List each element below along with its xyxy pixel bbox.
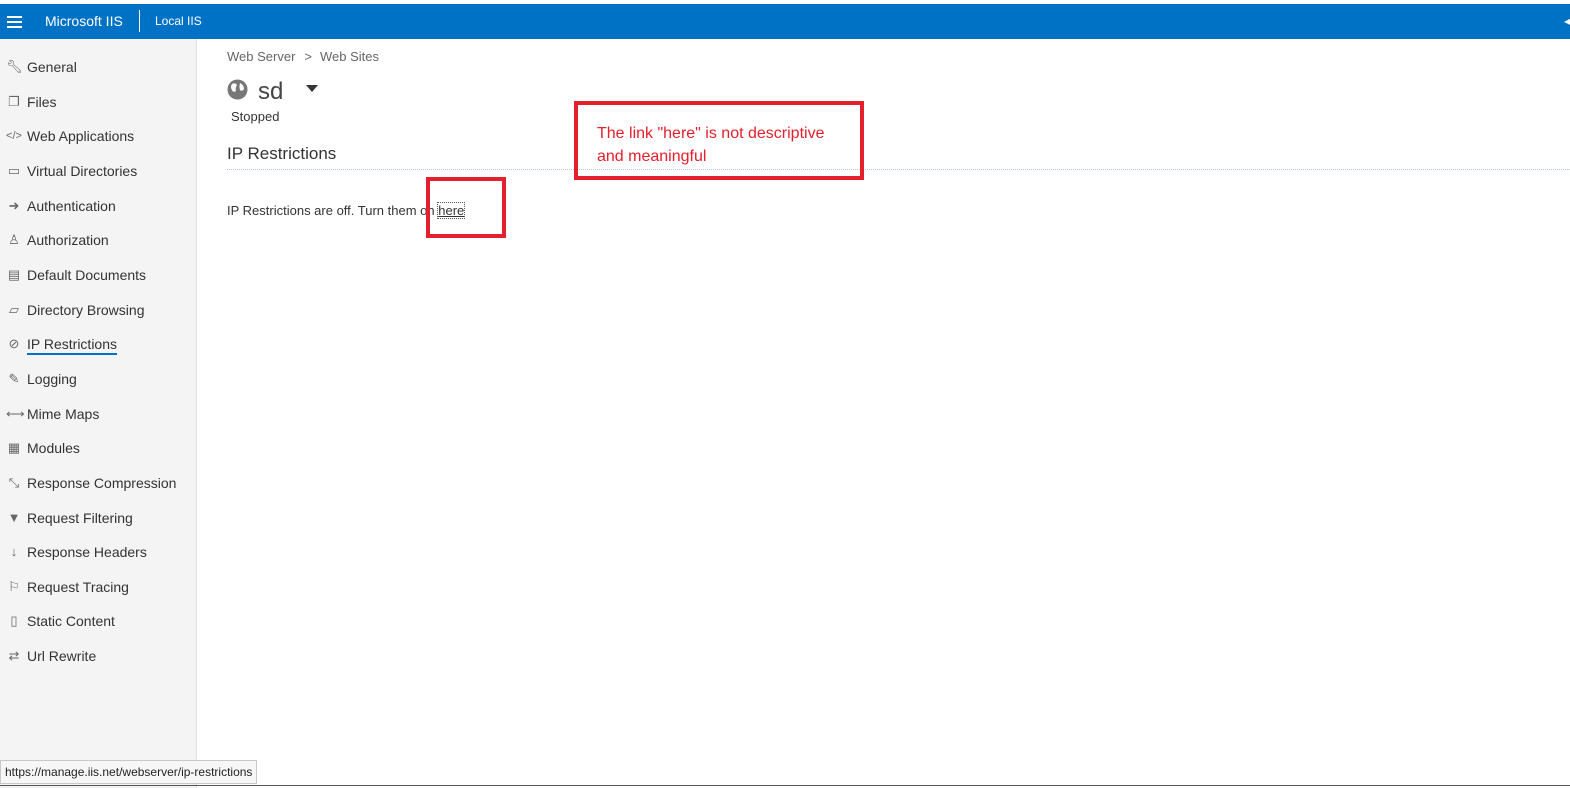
server-name[interactable]: Local IIS <box>155 14 202 28</box>
sidebar-item-virtual-directories[interactable]: ▭ Virtual Directories <box>0 157 196 187</box>
bottom-divider <box>0 785 1570 786</box>
sidebar-item-ip-restrictions[interactable]: ⊘ IP Restrictions <box>0 330 196 360</box>
sidebar-item-label: Request Filtering <box>27 510 133 526</box>
breadcrumb-web-server[interactable]: Web Server <box>227 49 295 64</box>
folder-icon: ▭ <box>7 163 21 178</box>
sidebar-item-label: Response Compression <box>27 475 177 491</box>
sidebar-item-authentication[interactable]: ➜ Authentication <box>0 192 196 222</box>
globe-icon <box>227 79 248 100</box>
sidebar-item-default-documents[interactable]: ▤ Default Documents <box>0 261 196 291</box>
sidebar-item-label: Virtual Directories <box>27 163 138 179</box>
site-actions-caret-icon[interactable] <box>306 85 318 92</box>
section-divider <box>227 169 1570 170</box>
sidebar-item-modules[interactable]: ▦ Modules <box>0 434 196 464</box>
arrow-down-icon: ↓ <box>10 544 18 559</box>
sidebar-item-label: Request Tracing <box>27 579 129 595</box>
pencil-icon: ✎ <box>8 371 20 386</box>
files-icon: ❐ <box>8 94 20 109</box>
sidebar-item-response-compression[interactable]: ⤡ Response Compression <box>0 469 196 499</box>
annotation-text: The link "here" is not descriptive and m… <box>597 125 825 165</box>
sidebar-item-label: General <box>27 59 77 75</box>
exchange-icon: ⇄ <box>8 648 20 663</box>
sidebar-item-label: Url Rewrite <box>27 648 97 664</box>
sidebar-item-url-rewrite[interactable]: ⇄ Url Rewrite <box>0 642 196 672</box>
sidebar-item-directory-browsing[interactable]: ▱ Directory Browsing <box>0 296 196 326</box>
sidebar: 🔧︎ General ❐ Files </> Web Applications … <box>0 39 197 788</box>
sidebar-item-request-tracing[interactable]: ⚐ Request Tracing <box>0 573 196 603</box>
sidebar-item-label: Web Applications <box>27 128 135 144</box>
sidebar-item-label: Authentication <box>27 198 116 214</box>
sidebar-item-request-filtering[interactable]: ▼ Request Filtering <box>0 504 196 534</box>
sidebar-item-general[interactable]: 🔧︎ General <box>0 53 196 83</box>
sidebar-item-label: Directory Browsing <box>27 302 145 318</box>
sidebar-item-label: Static Content <box>27 613 115 629</box>
flag-icon: ⚐ <box>8 579 20 594</box>
sidebar-item-files[interactable]: ❐ Files <box>0 88 196 118</box>
sidebar-item-logging[interactable]: ✎ Logging <box>0 365 196 395</box>
arrows-h-icon: ⟷ <box>6 406 25 421</box>
section-title: IP Restrictions <box>227 144 337 163</box>
sidebar-item-response-headers[interactable]: ↓ Response Headers <box>0 538 196 568</box>
sidebar-item-mime-maps[interactable]: ⟷ Mime Maps <box>0 400 196 430</box>
document-icon: ▤ <box>7 267 21 282</box>
sidebar-item-web-applications[interactable]: </> Web Applications <box>0 122 196 152</box>
grid-icon: ▦ <box>7 440 21 455</box>
sign-in-icon: ➜ <box>8 198 20 213</box>
top-divider <box>139 10 140 32</box>
breadcrumb-separator: > <box>304 49 312 64</box>
filter-icon: ▼ <box>7 510 21 525</box>
sidebar-item-label: Default Documents <box>27 267 147 283</box>
user-icon: ♙ <box>8 232 20 247</box>
top-right-edge-icon[interactable]: ◂ <box>1564 14 1570 28</box>
breadcrumb-web-sites[interactable]: Web Sites <box>320 49 379 64</box>
sidebar-item-label: Mime Maps <box>27 406 100 422</box>
brand-title[interactable]: Microsoft IIS <box>45 13 123 29</box>
ban-icon: ⊘ <box>8 336 20 351</box>
compress-icon: ⤡ <box>8 475 20 490</box>
annotation-highlight-box <box>426 177 506 238</box>
site-name: sd <box>258 78 284 105</box>
sidebar-item-static-content[interactable]: ▯ Static Content <box>0 607 196 637</box>
top-bar: Microsoft IIS Local IIS ◂ <box>0 4 1570 39</box>
file-icon: ▯ <box>10 613 18 628</box>
sidebar-item-label: Logging <box>27 371 77 387</box>
sidebar-item-label: Files <box>27 94 57 110</box>
code-icon: </> <box>6 130 22 142</box>
folder-open-icon: ▱ <box>9 302 19 317</box>
status-bar-url: https://manage.iis.net/webserver/ip-rest… <box>0 760 258 784</box>
sidebar-item-label: Modules <box>27 440 80 456</box>
sidebar-item-label: IP Restrictions <box>27 336 117 355</box>
sidebar-item-label: Authorization <box>27 232 109 248</box>
message-text: IP Restrictions are off. Turn them on <box>227 203 439 218</box>
site-status: Stopped <box>231 109 280 124</box>
hamburger-menu-icon[interactable] <box>7 16 22 28</box>
sidebar-item-label: Response Headers <box>27 544 147 560</box>
breadcrumb: Web Server > Web Sites <box>227 49 379 64</box>
sidebar-item-authorization[interactable]: ♙ Authorization <box>0 226 196 256</box>
wrench-icon: 🔧︎ <box>6 59 23 74</box>
